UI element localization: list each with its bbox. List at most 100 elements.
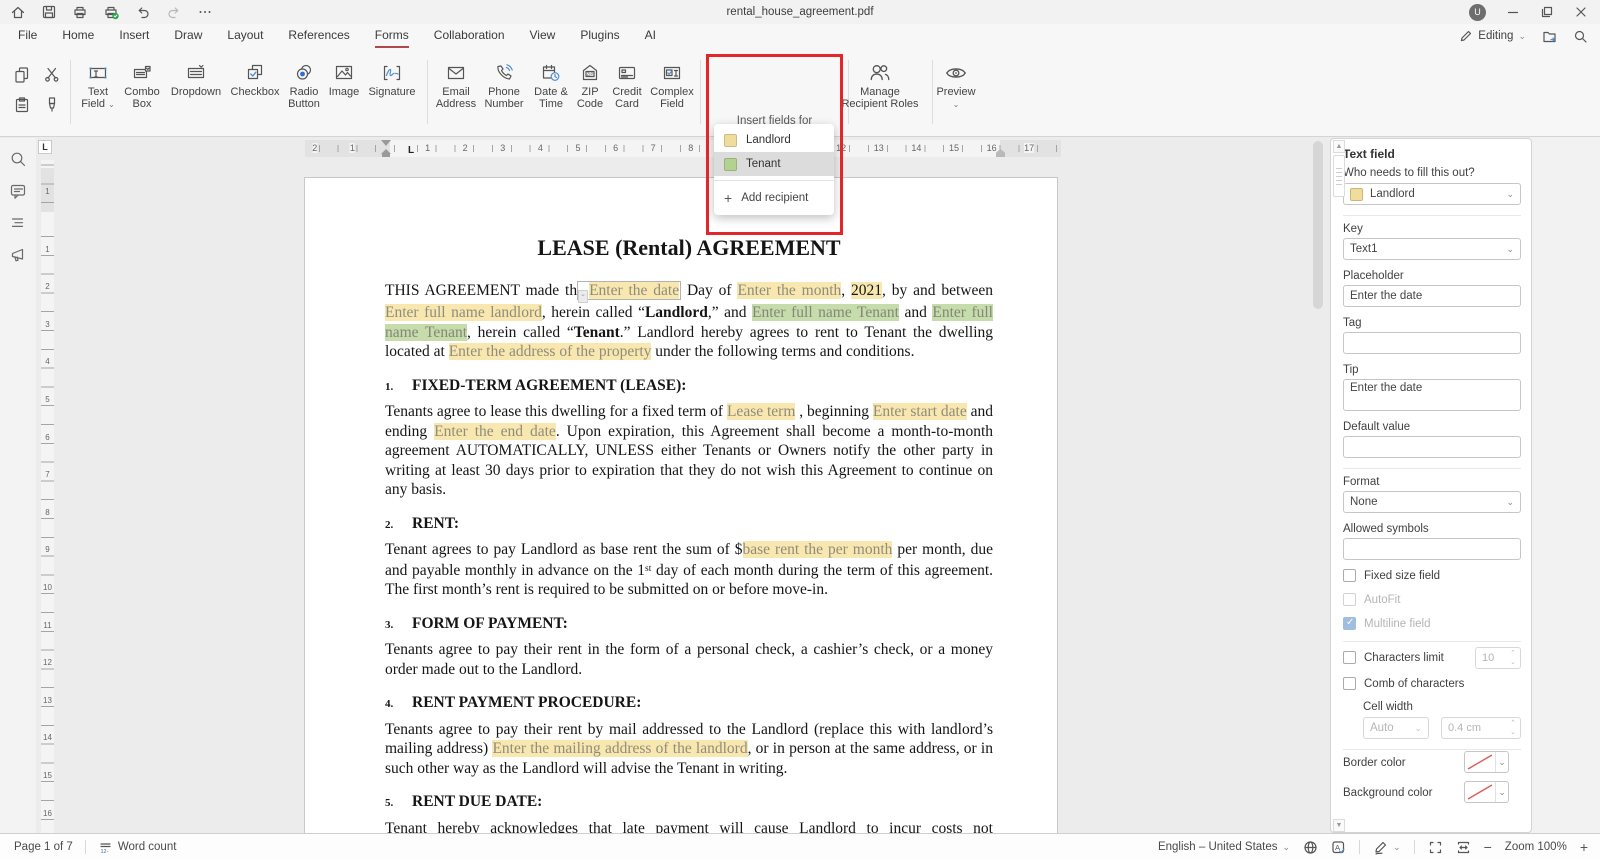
tip-input[interactable]: Enter the date bbox=[1343, 379, 1521, 411]
vertical-ruler[interactable]: 123456789101112131415161 bbox=[41, 160, 54, 833]
phone-number-button[interactable]: Phone Number bbox=[478, 59, 530, 110]
dropdown-button[interactable]: Dropdown bbox=[168, 59, 224, 99]
placeholder-input[interactable] bbox=[1343, 285, 1521, 307]
more-icon[interactable] bbox=[197, 4, 213, 20]
left-indent-marker[interactable] bbox=[382, 154, 390, 157]
autofit-checkbox-row[interactable]: AutoFit bbox=[1343, 593, 1400, 606]
fit-page-icon[interactable] bbox=[1428, 840, 1443, 855]
document-language-icon[interactable] bbox=[1303, 840, 1318, 855]
redo-icon[interactable] bbox=[166, 4, 182, 20]
add-recipient-button[interactable]: +Add recipient bbox=[714, 185, 834, 211]
paste-icon[interactable] bbox=[8, 90, 36, 118]
tab-forms[interactable]: Forms bbox=[375, 24, 409, 48]
form-field-highlight[interactable]: Enter start date bbox=[873, 403, 967, 420]
close-icon[interactable] bbox=[1574, 5, 1588, 19]
panel-scroll-up-button[interactable]: ▲ bbox=[1333, 140, 1345, 153]
save-icon[interactable] bbox=[41, 4, 57, 20]
feedback-icon[interactable] bbox=[9, 246, 27, 264]
fit-width-icon[interactable] bbox=[1456, 840, 1471, 855]
open-file-location-icon[interactable] bbox=[1542, 29, 1557, 44]
first-line-indent-marker[interactable] bbox=[381, 140, 391, 146]
quick-print-icon[interactable] bbox=[103, 4, 120, 20]
print-icon[interactable] bbox=[72, 4, 88, 20]
recipient-option-tenant[interactable]: Tenant bbox=[714, 152, 834, 176]
tab-plugins[interactable]: Plugins bbox=[580, 24, 619, 48]
checkbox-unchecked[interactable] bbox=[1343, 651, 1356, 664]
undo-icon[interactable] bbox=[135, 4, 151, 20]
tab-draw[interactable]: Draw bbox=[174, 24, 202, 48]
panel-scrollbar-thumb[interactable] bbox=[1333, 155, 1345, 197]
comb-of-characters-row[interactable]: Comb of characters bbox=[1343, 677, 1464, 690]
tab-view[interactable]: View bbox=[530, 24, 556, 48]
form-field-highlight[interactable]: Enter full name Tenant bbox=[752, 304, 899, 321]
track-changes-control[interactable]: ⌄ bbox=[1373, 840, 1401, 855]
cut-icon[interactable] bbox=[38, 60, 66, 88]
checkbox-button[interactable]: Checkbox bbox=[227, 59, 283, 99]
tab-home[interactable]: Home bbox=[62, 24, 94, 48]
form-field-highlight[interactable]: Lease term bbox=[727, 403, 795, 420]
home-icon[interactable] bbox=[10, 4, 26, 20]
form-field-selected[interactable]: ≡Enter the date bbox=[577, 281, 681, 300]
editing-mode-selector[interactable]: Editing ⌄ bbox=[1459, 29, 1526, 43]
spellcheck-icon[interactable]: A bbox=[1331, 840, 1346, 855]
form-field-highlight[interactable]: Enter the mailing address of the landlor… bbox=[492, 740, 747, 757]
format-painter-icon[interactable] bbox=[38, 90, 66, 118]
zoom-out-button[interactable]: − bbox=[1484, 840, 1492, 854]
language-selector[interactable]: English – United States ⌄ bbox=[1158, 841, 1290, 853]
page-indicator[interactable]: Page 1 of 7 bbox=[14, 841, 73, 853]
tab-collaboration[interactable]: Collaboration bbox=[434, 24, 505, 48]
zoom-in-button[interactable]: + bbox=[1580, 840, 1588, 854]
complex-field-button[interactable]: Complex Field bbox=[646, 59, 698, 110]
zip-code-button[interactable]: ZIP ZIP Code bbox=[572, 59, 608, 110]
form-field-highlight[interactable]: Enter the month bbox=[737, 282, 841, 299]
checkbox-unchecked[interactable] bbox=[1343, 569, 1356, 582]
panel-scroll-down-button[interactable]: ▼ bbox=[1333, 819, 1345, 832]
allowed-symbols-input[interactable] bbox=[1343, 538, 1521, 560]
checkbox-unchecked[interactable] bbox=[1343, 677, 1356, 690]
avatar[interactable]: U bbox=[1469, 4, 1486, 21]
document-page[interactable]: LEASE (Rental) AGREEMENTTHIS AGREEMENT m… bbox=[305, 178, 1057, 833]
combo-box-button[interactable]: Combo Box bbox=[116, 59, 168, 110]
restore-icon[interactable] bbox=[1540, 5, 1554, 19]
form-field-highlight[interactable]: Enter the end date bbox=[434, 423, 556, 440]
credit-card-button[interactable]: Credit Card bbox=[606, 59, 648, 110]
characters-limit-row[interactable]: Characters limit bbox=[1343, 651, 1444, 664]
email-address-button[interactable]: Email Address bbox=[430, 59, 482, 110]
spinner-arrows[interactable]: ⌃⌄ bbox=[1510, 719, 1516, 737]
navigation-icon[interactable] bbox=[9, 214, 27, 232]
field-drag-handle-icon[interactable]: ≡ bbox=[578, 290, 588, 303]
copy-icon[interactable] bbox=[8, 60, 36, 88]
horizontal-ruler[interactable]: 12345678910111213141516171812 bbox=[305, 140, 1061, 157]
tab-references[interactable]: References bbox=[288, 24, 349, 48]
border-color-picker[interactable]: ⌄ bbox=[1464, 751, 1509, 773]
tab-file[interactable]: File bbox=[18, 24, 37, 48]
characters-limit-spinner[interactable]: 10 ⌃⌄ bbox=[1475, 647, 1521, 669]
background-color-picker[interactable]: ⌄ bbox=[1464, 781, 1509, 803]
preview-button[interactable]: Preview ⌄ bbox=[930, 59, 982, 110]
tab-ai[interactable]: AI bbox=[645, 24, 656, 48]
key-select[interactable]: Text1 ⌄ bbox=[1343, 238, 1521, 260]
recipient-option-landlord[interactable]: Landlord bbox=[714, 128, 834, 152]
image-button[interactable]: Image bbox=[322, 59, 366, 99]
search-icon[interactable] bbox=[1573, 29, 1588, 44]
default-value-input[interactable] bbox=[1343, 436, 1521, 458]
tab-insert[interactable]: Insert bbox=[119, 24, 149, 48]
spinner-arrows[interactable]: ⌃⌄ bbox=[1510, 649, 1516, 667]
minimize-icon[interactable] bbox=[1506, 5, 1520, 19]
search-icon[interactable] bbox=[9, 150, 27, 168]
tag-input[interactable] bbox=[1343, 332, 1521, 354]
document-scrollbar[interactable] bbox=[1313, 141, 1323, 309]
manage-recipient-roles-button[interactable]: Manage Recipient Roles bbox=[836, 59, 924, 110]
word-count-control[interactable]: 12- Word count bbox=[98, 840, 177, 855]
form-field-highlight[interactable]: Enter the address of the property bbox=[449, 343, 652, 360]
form-field-highlight[interactable]: 2021 bbox=[851, 282, 882, 299]
comments-icon[interactable] bbox=[9, 182, 27, 200]
date-time-button[interactable]: Date & Time bbox=[527, 59, 575, 110]
cell-width-spinner[interactable]: 0.4 cm ⌃⌄ bbox=[1441, 717, 1521, 739]
tab-stop-selector[interactable]: L bbox=[38, 140, 52, 154]
signature-button[interactable]: Signature bbox=[362, 59, 422, 99]
format-select[interactable]: None ⌄ bbox=[1343, 491, 1521, 513]
fixed-size-checkbox-row[interactable]: Fixed size field bbox=[1343, 569, 1440, 582]
cell-width-select[interactable]: Auto ⌄ bbox=[1363, 717, 1429, 739]
form-field-highlight[interactable]: base rent the per month bbox=[743, 541, 893, 558]
